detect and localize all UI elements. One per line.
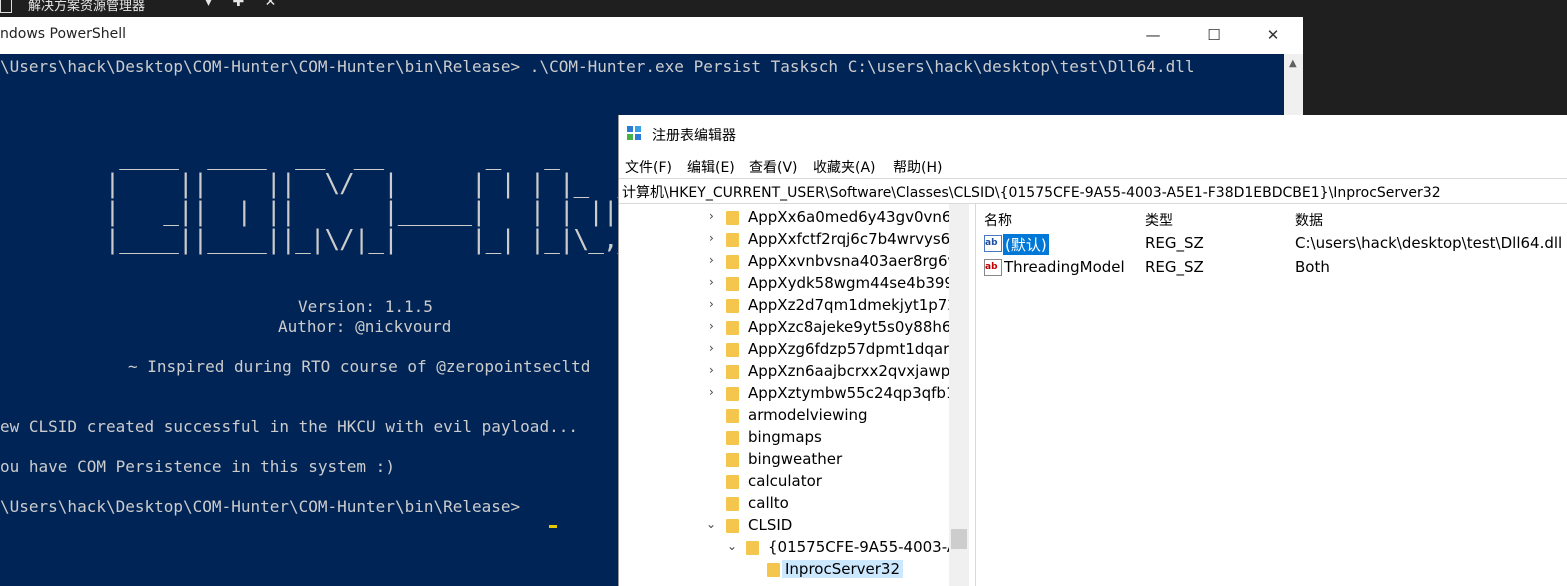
tree-item-label: AppXx6a0med6y43gv0vn6c bbox=[748, 208, 950, 226]
collapse-chevron-icon[interactable]: ⌄ bbox=[706, 517, 718, 531]
folder-icon bbox=[726, 475, 739, 489]
value-row-default[interactable]: ab (默认) REG_SZ C:\users\hack\desktop\tes… bbox=[976, 231, 1567, 255]
value-row-threadingmodel[interactable]: ab ThreadingModel REG_SZ Both bbox=[976, 255, 1567, 279]
tree-item-label: bingweather bbox=[748, 450, 843, 468]
registry-tree[interactable]: › AppXx6a0med6y43gv0vn6c › AppXxfctf2rqj… bbox=[619, 204, 950, 586]
values-pane: 名称 类型 数据 ab (默认) REG_SZ C:\users\hack\de… bbox=[976, 204, 1567, 586]
value-name: (默认) bbox=[1003, 234, 1049, 255]
expand-chevron-icon[interactable]: › bbox=[709, 385, 721, 399]
column-data[interactable]: 数据 bbox=[1295, 210, 1323, 230]
powershell-titlebar[interactable]: ndows PowerShell — ☐ ✕ bbox=[0, 17, 1303, 54]
menu-help[interactable]: 帮助(H) bbox=[893, 157, 942, 177]
folder-icon bbox=[726, 343, 739, 357]
console-cursor bbox=[549, 525, 557, 528]
folder-open-icon bbox=[726, 519, 739, 533]
tree-item-label: InprocServer32 bbox=[782, 560, 903, 578]
menu-file[interactable]: 文件(F) bbox=[625, 157, 672, 177]
folder-icon bbox=[726, 387, 739, 401]
menu-edit[interactable]: 编辑(E) bbox=[687, 157, 735, 177]
tree-item-label: calculator bbox=[748, 472, 822, 490]
column-name[interactable]: 名称 bbox=[984, 210, 1012, 230]
close-button[interactable]: ✕ bbox=[1250, 21, 1296, 49]
registry-editor-title: 注册表编辑器 bbox=[652, 128, 736, 144]
expand-chevron-icon[interactable]: › bbox=[709, 231, 721, 245]
folder-icon bbox=[726, 409, 739, 423]
folder-icon bbox=[726, 453, 739, 467]
tree-item-label: AppXzg6fdzp57dpmt1dqar bbox=[748, 340, 950, 358]
expand-chevron-icon[interactable]: › bbox=[709, 363, 721, 377]
menu-favorites[interactable]: 收藏夹(A) bbox=[813, 157, 876, 177]
folder-icon bbox=[726, 211, 739, 225]
menu-view[interactable]: 查看(V) bbox=[749, 157, 798, 177]
expand-chevron-icon[interactable]: › bbox=[709, 253, 721, 267]
author-text: Author: @nickvourd bbox=[278, 317, 452, 336]
powershell-title: ndows PowerShell bbox=[0, 26, 126, 42]
tree-item-label: bingmaps bbox=[748, 428, 822, 446]
tree-item-label: AppXzc8ajeke9yt5s0y88h6h bbox=[748, 318, 950, 336]
folder-icon bbox=[726, 321, 739, 335]
expand-chevron-icon[interactable]: › bbox=[709, 209, 721, 223]
folder-icon bbox=[726, 497, 739, 511]
background-window-title: 解决方案资源管理器 bbox=[28, 0, 146, 14]
registry-editor-window: 注册表编辑器 文件(F) 编辑(E) 查看(V) 收藏夹(A) 帮助(H) 计算… bbox=[618, 115, 1567, 586]
folder-icon bbox=[767, 563, 780, 577]
prompt-line: \Users\hack\Desktop\COM-Hunter\COM-Hunte… bbox=[0, 497, 521, 516]
folder-icon bbox=[726, 365, 739, 379]
background-window-titlebar: 解决方案资源管理器 ▾ ✚ ✕ bbox=[0, 0, 1567, 16]
folder-icon bbox=[726, 431, 739, 445]
tree-scrollbar[interactable] bbox=[949, 204, 969, 586]
regedit-app-icon bbox=[627, 126, 643, 142]
inspired-text: ~ Inspired during RTO course of @zeropoi… bbox=[128, 357, 591, 376]
string-value-icon: ab bbox=[984, 259, 1002, 276]
value-type: REG_SZ bbox=[1145, 234, 1204, 252]
document-icon bbox=[0, 0, 12, 13]
output-message-1: ew CLSID created successful in the HKCU … bbox=[0, 417, 578, 436]
background-window-controls[interactable]: ▾ ✚ ✕ bbox=[205, 0, 284, 10]
tree-item-label: {01575CFE-9A55-4003-A bbox=[768, 538, 950, 556]
folder-icon bbox=[726, 299, 739, 313]
string-value-icon: ab bbox=[984, 235, 1002, 252]
tree-item-label: AppXztymbw55c24qp3qfb1 bbox=[748, 384, 950, 402]
folder-icon bbox=[726, 233, 739, 247]
folder-open-icon bbox=[746, 541, 759, 555]
tree-item-label: AppXz2d7qm1dmekjyt1p72 bbox=[748, 296, 950, 314]
folder-icon bbox=[726, 255, 739, 269]
tree-item-label: CLSID bbox=[748, 516, 793, 534]
expand-chevron-icon[interactable]: › bbox=[709, 319, 721, 333]
output-message-2: ou have COM Persistence in this system :… bbox=[0, 457, 395, 476]
maximize-button[interactable]: ☐ bbox=[1191, 21, 1237, 49]
value-type: REG_SZ bbox=[1145, 258, 1204, 276]
address-path: 计算机\HKEY_CURRENT_USER\Software\Classes\C… bbox=[622, 185, 1441, 201]
folder-icon bbox=[726, 277, 739, 291]
pane-splitter[interactable] bbox=[969, 204, 976, 586]
scroll-up-icon[interactable]: ▲ bbox=[1289, 58, 1297, 69]
tree-item-label: armodelviewing bbox=[748, 406, 868, 424]
registry-editor-titlebar[interactable]: 注册表编辑器 bbox=[619, 115, 1567, 153]
version-text: Version: 1.1.5 bbox=[298, 297, 433, 316]
expand-chevron-icon[interactable]: › bbox=[709, 341, 721, 355]
column-type[interactable]: 类型 bbox=[1145, 210, 1173, 230]
address-bar[interactable]: 计算机\HKEY_CURRENT_USER\Software\Classes\C… bbox=[619, 178, 1567, 204]
tree-item-label: AppXzn6aajbcrxx2qvxjawp7 bbox=[748, 362, 950, 380]
value-data: C:\users\hack\desktop\test\Dll64.dll bbox=[1295, 234, 1563, 252]
minimize-button[interactable]: — bbox=[1130, 21, 1176, 49]
expand-chevron-icon[interactable]: › bbox=[709, 275, 721, 289]
value-name: ThreadingModel bbox=[1004, 258, 1125, 276]
tree-item-label: AppXydk58wgm44se4b399 bbox=[748, 274, 950, 292]
collapse-chevron-icon[interactable]: ⌄ bbox=[727, 539, 739, 553]
scrollbar-thumb[interactable] bbox=[951, 529, 967, 549]
command-line: \Users\hack\Desktop\COM-Hunter\COM-Hunte… bbox=[0, 57, 1195, 76]
value-data: Both bbox=[1295, 258, 1330, 276]
tree-item-label: AppXxvnbvsna403aer8rg6v bbox=[748, 252, 950, 270]
tree-item-label: AppXxfctf2rqj6c7b4wrvys6z bbox=[748, 230, 950, 248]
menu-bar: 文件(F) 编辑(E) 查看(V) 收藏夹(A) 帮助(H) bbox=[619, 153, 1567, 177]
tree-item-label: callto bbox=[748, 494, 789, 512]
expand-chevron-icon[interactable]: › bbox=[709, 297, 721, 311]
